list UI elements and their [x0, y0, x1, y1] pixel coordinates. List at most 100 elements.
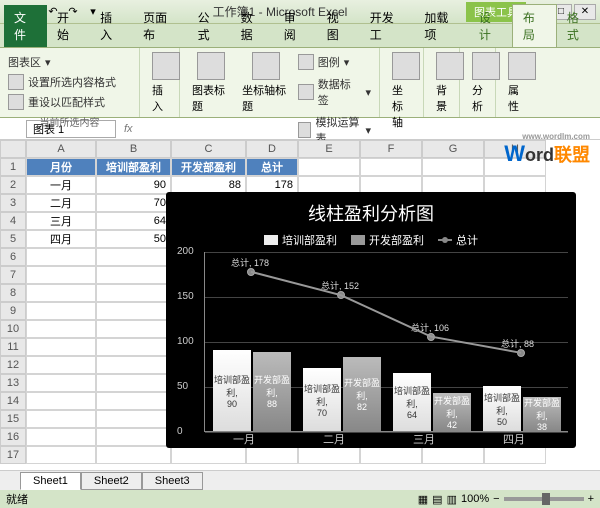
- watermark: www.wordlm.com Word联盟: [504, 132, 590, 167]
- axes-icon: [392, 52, 420, 80]
- data-labels-button[interactable]: 数据标签▾: [298, 74, 371, 110]
- rowhead-1[interactable]: 1: [0, 158, 26, 176]
- rowhead[interactable]: 10: [0, 320, 26, 338]
- cell[interactable]: 90: [96, 176, 171, 194]
- rowhead[interactable]: 9: [0, 302, 26, 320]
- bar-dev: 开发部盈利,38: [523, 397, 561, 431]
- tab-developer[interactable]: 开发工: [360, 5, 415, 47]
- tab-insert[interactable]: 插入: [90, 5, 133, 47]
- plot-area: 050100150200 培训部盈利,90 开发部盈利,88 一月 培训部盈利,…: [204, 252, 568, 432]
- legend-button[interactable]: 图例▾: [298, 52, 371, 72]
- rowhead[interactable]: 3: [0, 194, 26, 212]
- bar-train: 培训部盈利,70: [303, 368, 341, 431]
- rowhead[interactable]: 14: [0, 392, 26, 410]
- ribbon-group-labels: 图表标题 坐标轴标题 图例▾ 数据标签▾ 模拟运算表▾ 标签: [180, 48, 380, 117]
- rowhead[interactable]: 17: [0, 446, 26, 464]
- cell[interactable]: 三月: [26, 212, 96, 230]
- line-point: [247, 268, 255, 276]
- ribbon-group-analysis: 分析: [460, 48, 496, 117]
- tab-view[interactable]: 视图: [317, 5, 360, 47]
- ribbon-group-insert: 插入: [140, 48, 180, 117]
- cell[interactable]: [298, 158, 360, 176]
- background-button[interactable]: 背景: [432, 52, 451, 114]
- zoom-in-button[interactable]: +: [588, 493, 594, 505]
- rowhead[interactable]: 2: [0, 176, 26, 194]
- cell[interactable]: 64: [96, 212, 171, 230]
- reset-icon: [8, 94, 24, 110]
- axes-button[interactable]: 坐标轴: [388, 52, 415, 130]
- properties-button[interactable]: 属性: [504, 52, 524, 114]
- cell[interactable]: 70: [96, 194, 171, 212]
- props-icon: [508, 52, 536, 80]
- cell[interactable]: 50: [96, 230, 171, 248]
- rowhead[interactable]: 6: [0, 248, 26, 266]
- sheet-tabs: Sheet1 Sheet2 Sheet3: [0, 470, 600, 490]
- col-G[interactable]: G: [422, 140, 484, 158]
- view-normal-icon[interactable]: ▦: [418, 493, 428, 506]
- col-D[interactable]: D: [246, 140, 298, 158]
- tab-format[interactable]: 格式: [557, 5, 600, 47]
- status-ready: 就绪: [6, 491, 28, 507]
- analysis-button[interactable]: 分析: [468, 52, 487, 114]
- format-selection-button[interactable]: 设置所选内容格式: [8, 72, 131, 92]
- rowhead[interactable]: 12: [0, 356, 26, 374]
- cell[interactable]: 培训部盈利: [96, 158, 171, 176]
- col-C[interactable]: C: [171, 140, 246, 158]
- col-B[interactable]: B: [96, 140, 171, 158]
- ribbon-group-props: 属性: [496, 48, 532, 117]
- tab-formula[interactable]: 公式: [188, 5, 231, 47]
- ribbon-group-selection: 图表区 ▾ 设置所选内容格式 重设以匹配样式 当前所选内容: [0, 48, 140, 117]
- rowhead[interactable]: 15: [0, 410, 26, 428]
- cell[interactable]: [360, 158, 422, 176]
- chart-title-button[interactable]: 图表标题: [188, 52, 234, 148]
- zoom-out-button[interactable]: −: [493, 493, 499, 505]
- zoom-level[interactable]: 100%: [461, 493, 489, 505]
- cell[interactable]: 总计: [246, 158, 298, 176]
- rowhead[interactable]: 4: [0, 212, 26, 230]
- cell[interactable]: 一月: [26, 176, 96, 194]
- sheet-tab[interactable]: Sheet1: [20, 472, 81, 490]
- view-pagebreak-icon[interactable]: ▥: [447, 493, 457, 506]
- cell[interactable]: 四月: [26, 230, 96, 248]
- rowhead[interactable]: 8: [0, 284, 26, 302]
- col-E[interactable]: E: [298, 140, 360, 158]
- view-layout-icon[interactable]: ▤: [432, 493, 442, 506]
- bar-train: 培训部盈利,90: [213, 350, 251, 431]
- tab-design[interactable]: 设计: [469, 5, 512, 47]
- select-all-corner[interactable]: [0, 140, 26, 158]
- col-F[interactable]: F: [360, 140, 422, 158]
- tab-file[interactable]: 文件: [4, 5, 47, 47]
- zoom-slider[interactable]: [504, 497, 584, 501]
- col-A[interactable]: A: [26, 140, 96, 158]
- line-point: [427, 333, 435, 341]
- tab-data[interactable]: 数据: [231, 5, 274, 47]
- tab-addin[interactable]: 加载项: [414, 5, 469, 47]
- axis-title-button[interactable]: 坐标轴标题: [238, 52, 294, 148]
- cell[interactable]: 二月: [26, 194, 96, 212]
- rowhead[interactable]: 5: [0, 230, 26, 248]
- tab-page-layout[interactable]: 页面布: [133, 5, 188, 47]
- format-icon: [8, 74, 24, 90]
- rowhead[interactable]: 11: [0, 338, 26, 356]
- legend-item: 培训部盈利: [264, 232, 337, 248]
- cell[interactable]: 开发部盈利: [171, 158, 246, 176]
- group-label-selection: 当前所选内容: [8, 114, 131, 129]
- insert-button[interactable]: 插入: [148, 52, 171, 114]
- sheet-tab[interactable]: Sheet2: [81, 472, 142, 490]
- rowhead[interactable]: 7: [0, 266, 26, 284]
- sheet-tab[interactable]: Sheet3: [142, 472, 203, 490]
- chart-title: 线柱盈利分析图: [174, 200, 568, 226]
- tab-review[interactable]: 审阅: [274, 5, 317, 47]
- reset-style-button[interactable]: 重设以匹配样式: [8, 92, 131, 112]
- rowhead[interactable]: 16: [0, 428, 26, 446]
- bar-dev: 开发部盈利,42: [433, 393, 471, 431]
- tab-layout[interactable]: 布局: [512, 4, 557, 47]
- tab-home[interactable]: 开始: [47, 5, 90, 47]
- ribbon-tabs: 文件 开始 插入 页面布 公式 数据 审阅 视图 开发工 加载项 设计 布局 格…: [0, 24, 600, 48]
- cell[interactable]: [422, 158, 484, 176]
- cell[interactable]: 月份: [26, 158, 96, 176]
- rowhead[interactable]: 13: [0, 374, 26, 392]
- embedded-chart[interactable]: 线柱盈利分析图 培训部盈利 开发部盈利 总计 050100150200 培训部盈…: [166, 192, 576, 448]
- bar-train: 培训部盈利,64: [393, 373, 431, 431]
- chart-area-dropdown[interactable]: 图表区 ▾: [8, 52, 131, 72]
